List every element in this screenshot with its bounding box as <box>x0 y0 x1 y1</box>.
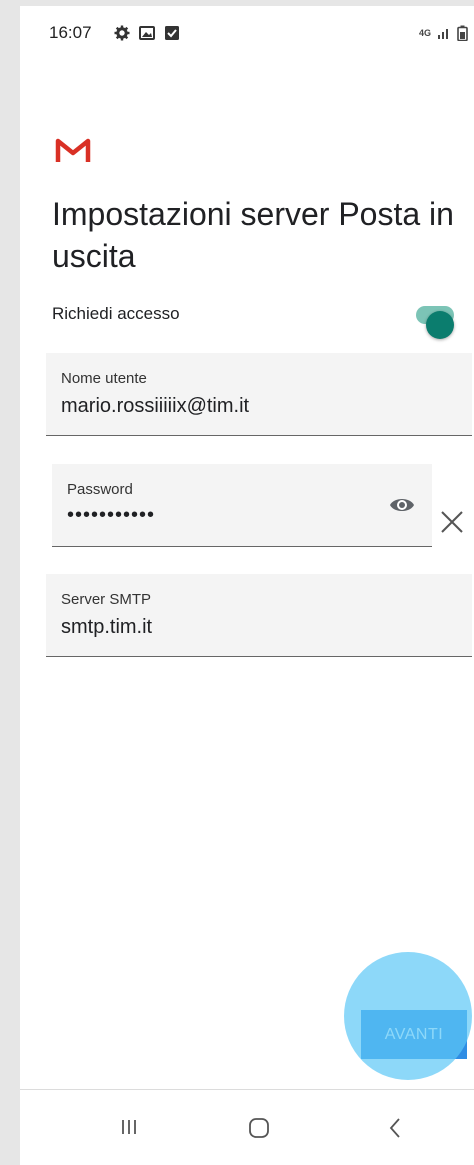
eye-icon[interactable] <box>389 495 415 515</box>
page-title: Impostazioni server Posta in uscita <box>52 196 454 274</box>
phone-screen: 16:07 4G Impostazioni server Posta in us… <box>20 6 474 1165</box>
network-4g-icon: 4G <box>418 27 431 38</box>
close-icon[interactable] <box>440 510 464 534</box>
image-icon <box>139 26 155 40</box>
back-icon[interactable] <box>388 1117 402 1139</box>
battery-icon <box>457 25 468 41</box>
signal-icon <box>438 29 448 39</box>
status-bar: 16:07 4G <box>20 6 474 58</box>
toggle-thumb[interactable] <box>426 311 454 339</box>
gear-icon <box>114 25 130 41</box>
status-icons-right: 4G <box>419 25 468 41</box>
require-access-toggle[interactable] <box>416 306 454 339</box>
gmail-logo <box>55 138 91 162</box>
password-input[interactable]: ••••••••••• <box>67 504 155 527</box>
password-label: Password <box>67 481 133 498</box>
navigation-bar <box>20 1089 474 1165</box>
username-input[interactable]: mario.rossiiiiix@tim.it <box>61 395 249 418</box>
next-button[interactable]: AVANTI <box>361 1010 467 1059</box>
status-icons-left <box>114 25 180 41</box>
password-field[interactable]: Password ••••••••••• <box>52 464 432 547</box>
require-access-row[interactable]: Richiedi accesso <box>52 294 464 339</box>
smtp-server-label: Server SMTP <box>61 591 152 608</box>
checkbox-icon <box>165 26 179 40</box>
require-access-label: Richiedi accesso <box>52 304 180 323</box>
recent-apps-icon[interactable] <box>120 1118 138 1136</box>
username-field[interactable]: Nome utente mario.rossiiiiix@tim.it <box>46 353 472 436</box>
home-icon[interactable] <box>248 1117 270 1139</box>
smtp-server-field[interactable]: Server SMTP smtp.tim.it <box>46 574 472 657</box>
smtp-server-input[interactable]: smtp.tim.it <box>61 616 152 639</box>
status-time: 16:07 <box>49 23 92 42</box>
username-label: Nome utente <box>61 370 147 387</box>
